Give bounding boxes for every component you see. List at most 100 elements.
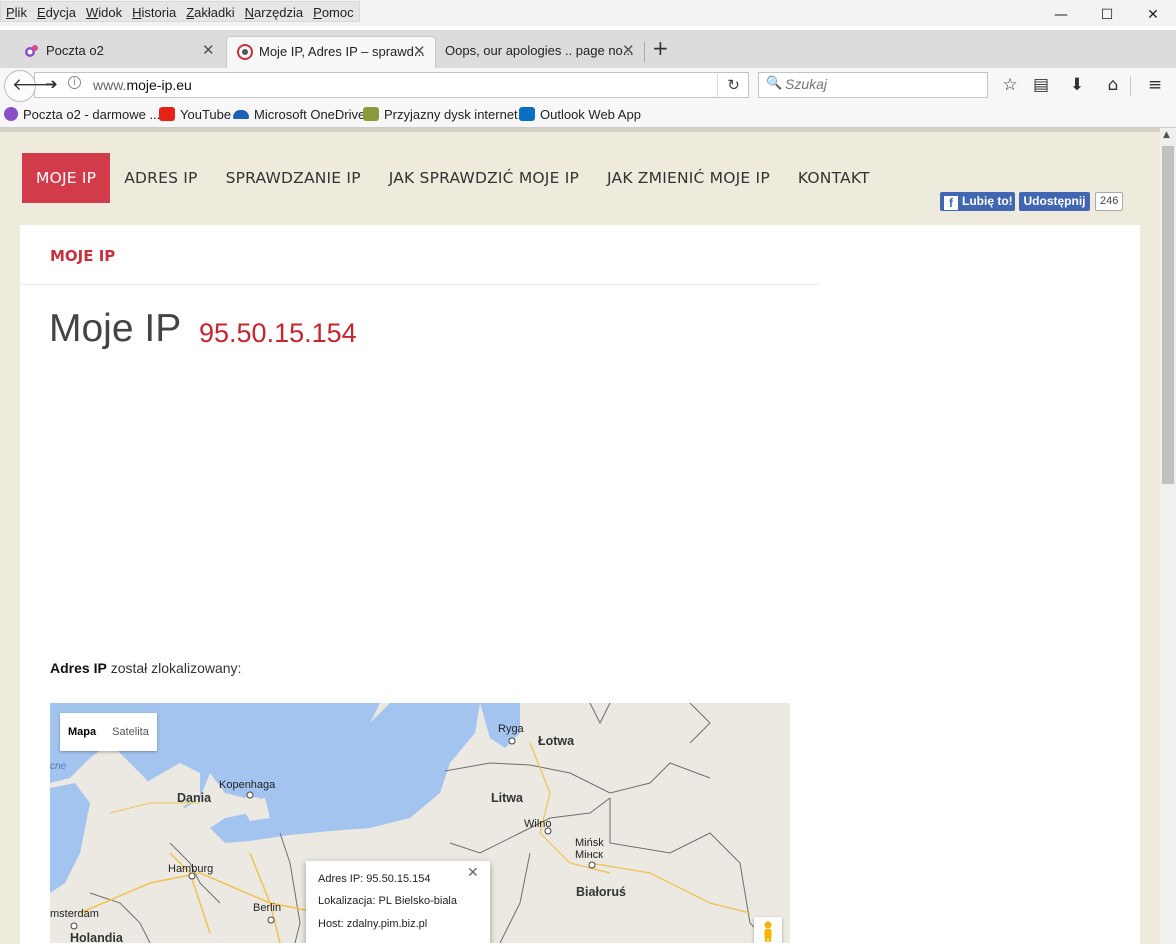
located-text: Adres IP został zlokalizowany: bbox=[50, 660, 242, 676]
scroll-up-icon[interactable]: ▲ bbox=[1163, 130, 1170, 140]
divider bbox=[20, 284, 820, 285]
o2-icon bbox=[25, 45, 38, 57]
map-label-minsk: Mińsk bbox=[575, 837, 604, 849]
info-ip: Adres IP: 95.50.15.154 bbox=[318, 873, 431, 885]
site-nav: MOJE IP ADRES IP SPRAWDZANIE IP JAK SPRA… bbox=[22, 153, 884, 203]
map-label-amsterdam: msterdam bbox=[50, 908, 99, 920]
back-arrow-icon: 🡐 bbox=[12, 75, 58, 95]
tab-close-icon[interactable]: ✕ bbox=[413, 37, 426, 65]
map-label-minsk-cyrillic: Мінск bbox=[575, 849, 603, 861]
map-label-berlin: Berlin bbox=[253, 902, 282, 914]
bookmark-przyjazny-dysk[interactable]: Przyjazny dysk internet... bbox=[363, 107, 529, 122]
map-label-kopenhaga: Kopenhaga bbox=[219, 779, 276, 791]
nav-sprawdzanie-ip[interactable]: SPRAWDZANIE IP bbox=[212, 153, 375, 203]
tab-title: Oops, our apologies .. page no... bbox=[445, 43, 634, 58]
site-info-icon[interactable]: i bbox=[68, 76, 81, 89]
map-label-ryga: Ryga bbox=[498, 723, 524, 735]
page-scrollbar[interactable]: ▲ bbox=[1160, 128, 1176, 944]
map-label-lotwa: Łotwa bbox=[538, 734, 575, 748]
back-button[interactable]: 🡐 bbox=[4, 70, 58, 102]
facebook-icon: f bbox=[944, 196, 958, 210]
ip-address: 95.50.15.154 bbox=[199, 318, 357, 348]
nav-jak-sprawdzic[interactable]: JAK SPRAWDZIĆ MOJE IP bbox=[375, 153, 593, 203]
scrollbar-thumb[interactable] bbox=[1162, 146, 1174, 484]
page-title: Moje IP bbox=[49, 307, 182, 350]
navigation-bar: ➔ i www.moje-ip.eu ↻ 🡐 🔍 ☆ ▤ ⬇ ⌂ ≡ bbox=[0, 68, 1176, 102]
new-tab-button[interactable]: + bbox=[652, 36, 669, 60]
breadcrumb: MOJE IP bbox=[50, 247, 116, 265]
tab-separator bbox=[644, 42, 645, 62]
map-label-wilno: Wilno bbox=[524, 818, 552, 830]
map-label-hamburg: Hamburg bbox=[168, 863, 214, 875]
menu-widok[interactable]: Widok bbox=[81, 2, 127, 21]
map-label-holandia: Holandia bbox=[70, 931, 123, 943]
map-type-satelita[interactable]: Satelita bbox=[104, 713, 157, 751]
nav-jak-zmienic[interactable]: JAK ZMIENIĆ MOJE IP bbox=[593, 153, 784, 203]
info-location: Lokalizacja: PL Bielsko-biala bbox=[318, 895, 457, 907]
home-icon[interactable]: ⌂ bbox=[1100, 74, 1126, 98]
main-content: MOJE IP Moje IP 95.50.15.154 Adres IP zo… bbox=[20, 225, 1140, 944]
map-label-dania: Dania bbox=[177, 791, 212, 805]
tab-oops[interactable]: Oops, our apologies .. page no... ✕ bbox=[436, 36, 642, 68]
tab-close-icon[interactable]: ✕ bbox=[622, 36, 635, 64]
tab-bar: Poczta o2 ✕ Moje IP, Adres IP – sprawd..… bbox=[0, 30, 1176, 68]
bookmark-onedrive[interactable]: Microsoft OneDrive bbox=[233, 107, 365, 122]
url-bar[interactable]: ➔ i www.moje-ip.eu ↻ bbox=[34, 72, 749, 98]
menu-plik[interactable]: Plik bbox=[1, 2, 32, 21]
onedrive-icon bbox=[233, 110, 249, 119]
bookmark-poczta-o2[interactable]: Poczta o2 - darmowe ... bbox=[4, 107, 160, 122]
bookmarks-bar: Poczta o2 - darmowe ... YouTube Microsof… bbox=[0, 102, 1176, 128]
web-page: MOJE IP ADRES IP SPRAWDZANIE IP JAK SPRA… bbox=[0, 128, 1160, 944]
bookmark-outlook[interactable]: Outlook Web App bbox=[519, 107, 641, 122]
menu-historia[interactable]: Historia bbox=[127, 2, 181, 21]
tab-moje-ip[interactable]: Moje IP, Adres IP – sprawd... ✕ bbox=[226, 36, 436, 68]
youtube-icon bbox=[159, 107, 175, 121]
fb-like-button[interactable]: f Lubię to! bbox=[940, 192, 1015, 211]
tab-close-icon[interactable]: ✕ bbox=[202, 36, 215, 64]
outlook-icon bbox=[519, 107, 535, 121]
menu-hamburger-icon[interactable]: ≡ bbox=[1142, 74, 1168, 98]
bookmark-star-icon[interactable]: ☆ bbox=[997, 74, 1023, 98]
search-box[interactable]: 🔍 bbox=[758, 72, 988, 98]
przyjazny-dysk-icon bbox=[363, 107, 379, 121]
fb-share-button[interactable]: Udostępnij bbox=[1019, 192, 1090, 211]
map-info-window: Adres IP: 95.50.15.154 Lokalizacja: PL B… bbox=[306, 861, 490, 943]
reload-icon[interactable]: ↻ bbox=[717, 73, 749, 97]
tab-poczta-o2[interactable]: Poczta o2 ✕ bbox=[14, 36, 224, 68]
pegman-street-view-icon[interactable] bbox=[754, 917, 782, 943]
minimize-button[interactable]: — bbox=[1038, 0, 1084, 30]
bookmark-youtube[interactable]: YouTube bbox=[159, 107, 231, 122]
info-close-icon[interactable]: ✕ bbox=[467, 865, 479, 881]
tab-title: Poczta o2 bbox=[46, 43, 104, 58]
close-window-button[interactable]: ✕ bbox=[1130, 0, 1176, 30]
nav-moje-ip[interactable]: MOJE IP bbox=[22, 153, 111, 203]
page-top-border bbox=[0, 128, 1160, 132]
maximize-button[interactable]: ☐ bbox=[1084, 0, 1130, 30]
menu-narzedzia[interactable]: Narzędzia bbox=[240, 2, 309, 21]
info-host: Host: zdalny.pim.biz.pl bbox=[318, 918, 428, 930]
download-icon[interactable]: ⬇ bbox=[1064, 74, 1090, 98]
map-type-toggle: Mapa Satelita bbox=[60, 713, 157, 751]
nav-kontakt[interactable]: KONTAKT bbox=[784, 153, 884, 203]
url-text[interactable]: www.moje-ip.eu bbox=[93, 77, 192, 93]
map-label-edge: cne bbox=[50, 761, 67, 772]
location-map[interactable]: Ryga Łotwa Kopenhaga Dania Litwa Wilno M… bbox=[50, 703, 790, 943]
menu-edycja[interactable]: Edycja bbox=[32, 2, 81, 21]
map-label-bialorus: Białoruś bbox=[576, 885, 627, 899]
tab-title: Moje IP, Adres IP – sprawd... bbox=[259, 44, 425, 59]
menu-pomoc[interactable]: Pomoc bbox=[308, 2, 358, 21]
menu-bar: Plik Edycja Widok Historia Zakładki Narz… bbox=[0, 0, 1176, 26]
map-type-mapa[interactable]: Mapa bbox=[60, 713, 104, 751]
pegman-icon bbox=[764, 921, 772, 942]
nav-adres-ip[interactable]: ADRES IP bbox=[110, 153, 211, 203]
map-label-litwa: Litwa bbox=[491, 791, 523, 805]
menu-list: Plik Edycja Widok Historia Zakładki Narz… bbox=[0, 1, 360, 22]
search-input[interactable] bbox=[785, 76, 975, 92]
search-icon: 🔍 bbox=[766, 76, 783, 91]
toolbar-separator bbox=[1130, 76, 1131, 96]
fb-share-count: 246 bbox=[1095, 192, 1124, 211]
moje-ip-favicon-icon bbox=[237, 44, 253, 60]
reading-list-icon[interactable]: ▤ bbox=[1028, 74, 1054, 98]
o2-icon bbox=[4, 107, 18, 121]
menu-zakladki[interactable]: Zakładki bbox=[181, 2, 239, 21]
